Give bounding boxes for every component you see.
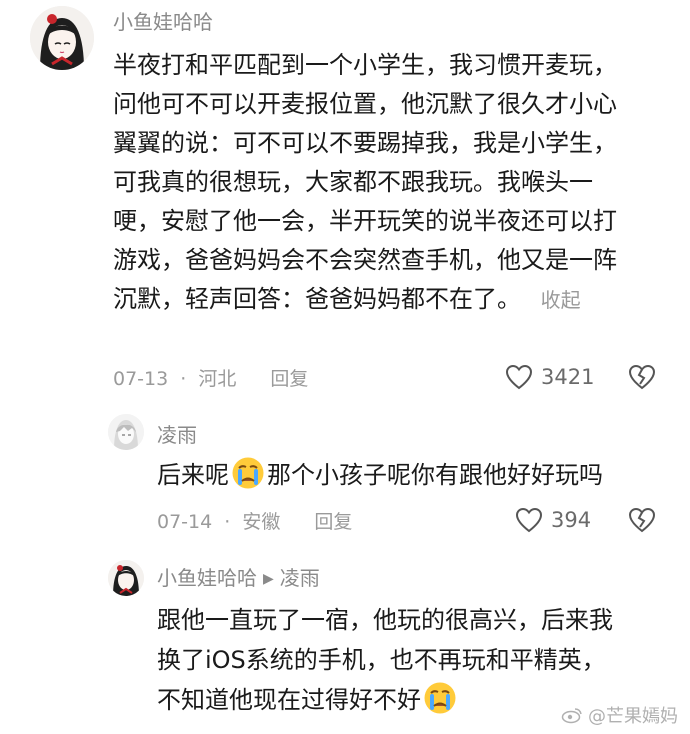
comment-text-line: 问他可不可以开麦报位置，他沉默了很久才小心 bbox=[113, 90, 617, 118]
comment-author[interactable]: 小鱼娃哈哈 bbox=[113, 10, 213, 34]
comment-meta: 07-13 · 河北 回复 bbox=[113, 367, 308, 391]
reply-target[interactable]: 凌雨 bbox=[280, 566, 320, 590]
comment-text-line: 沉默，轻声回答：爸爸妈妈都不在了。 收起 bbox=[113, 280, 673, 320]
anime-girl-avatar-icon bbox=[108, 560, 144, 596]
comment-author[interactable]: 小鱼娃哈哈 bbox=[157, 566, 257, 590]
avatar[interactable] bbox=[30, 6, 94, 70]
heart-icon bbox=[515, 507, 543, 533]
watermark-text: @芒果嫣妈 bbox=[588, 706, 678, 727]
dislike-button[interactable] bbox=[628, 364, 656, 394]
comment-text-line: 哽，安慰了他一会，半开玩笑的说半夜还可以打 bbox=[113, 207, 617, 235]
comment-text-line: 半夜打和平匹配到一个小学生，我习惯开麦玩， bbox=[113, 51, 617, 79]
reply-button[interactable]: 回复 bbox=[270, 368, 308, 390]
meta-separator: · bbox=[180, 368, 187, 390]
comment-text: 半夜打和平匹配到一个小学生，我习惯开麦玩， 问他可不可以开麦报位置，他沉默了很久… bbox=[113, 46, 673, 320]
comment-meta: 07-14 · 安徽 回复 bbox=[157, 510, 352, 534]
like-button[interactable]: 394 bbox=[515, 507, 591, 533]
crying-emoji-icon bbox=[424, 682, 456, 714]
comment-text-part: 后来呢 bbox=[157, 461, 229, 489]
like-count: 394 bbox=[551, 508, 592, 532]
comment-location: 河北 bbox=[198, 368, 237, 390]
meta-separator: · bbox=[224, 511, 231, 533]
comment-text-part: 那个小孩子呢你有跟他好好玩吗 bbox=[267, 461, 603, 489]
comment-location: 安徽 bbox=[242, 511, 281, 533]
comment-author-line: 小鱼娃哈哈 ▶ 凌雨 bbox=[157, 566, 320, 591]
dislike-button[interactable] bbox=[628, 507, 656, 537]
crying-emoji-icon bbox=[232, 457, 264, 489]
comment-date: 07-14 bbox=[157, 511, 213, 533]
comment-text-line: 游戏，爸爸妈妈会不会突然查手机，他又是一阵 bbox=[113, 246, 617, 274]
weibo-logo-icon bbox=[561, 708, 582, 724]
anime-girl-avatar-icon bbox=[30, 6, 94, 70]
comment-text-line: 可我真的很想玩，大家都不跟我玩。我喉头一 bbox=[113, 168, 593, 196]
avatar[interactable] bbox=[108, 414, 144, 450]
heart-icon bbox=[505, 364, 533, 390]
watermark: @芒果嫣妈 bbox=[561, 702, 678, 728]
comment-text-line: 跟他一直玩了一宿，他玩的很高兴，后来我 bbox=[157, 606, 613, 634]
comment-text-line: 换了iOS系统的手机，也不再玩和平精英， bbox=[157, 646, 606, 674]
collapse-button[interactable]: 收起 bbox=[541, 288, 581, 312]
sketch-boy-avatar-icon bbox=[108, 414, 144, 450]
broken-heart-icon bbox=[628, 507, 656, 533]
comment-text-tail: 不知道他现在过得好不好 bbox=[157, 686, 421, 714]
like-button[interactable]: 3421 bbox=[505, 364, 594, 390]
reply-arrow-icon: ▶ bbox=[263, 571, 274, 587]
avatar[interactable] bbox=[108, 560, 144, 596]
broken-heart-icon bbox=[628, 364, 656, 390]
comment-author[interactable]: 凌雨 bbox=[157, 423, 197, 447]
like-count: 3421 bbox=[541, 365, 595, 389]
comment-date: 07-13 bbox=[113, 368, 169, 390]
comment-text: 后来呢 那个小孩子呢你有跟他好好玩吗 bbox=[157, 456, 677, 495]
comment-text-line: 翼翼的说：可不可以不要踢掉我，我是小学生， bbox=[113, 129, 617, 157]
comment-text-tail: 沉默，轻声回答：爸爸妈妈都不在了。 bbox=[113, 285, 521, 313]
reply-button[interactable]: 回复 bbox=[314, 511, 352, 533]
